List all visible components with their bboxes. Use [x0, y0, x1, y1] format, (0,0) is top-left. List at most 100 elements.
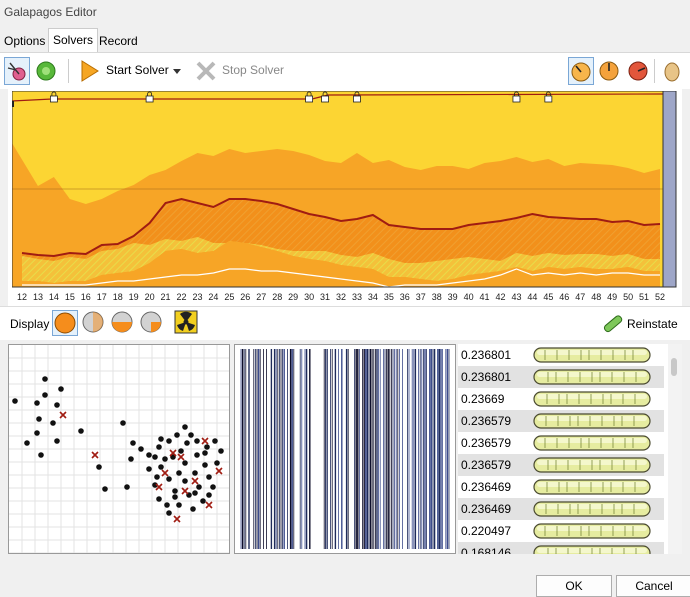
genome-row[interactable]: 0.236469	[458, 498, 664, 520]
x-tick-label: 47	[575, 292, 585, 302]
reinstate-button[interactable]: Reinstate	[627, 317, 678, 331]
x-tick-label: 17	[97, 292, 107, 302]
x-tick-label: 26	[240, 292, 250, 302]
toolbar-separator	[68, 59, 69, 83]
genome-dot	[152, 454, 158, 460]
genome-dot	[190, 506, 196, 512]
genome-dot	[204, 444, 210, 450]
tab-solvers[interactable]: Solvers	[48, 28, 99, 52]
x-tick-label: 27	[256, 292, 266, 302]
genome-cross	[177, 453, 185, 461]
genome-fitness-value: 0.236579	[461, 458, 512, 472]
genome-fitness-value: 0.236469	[461, 480, 512, 494]
genome-dot	[158, 436, 164, 442]
genome-lines	[240, 349, 450, 549]
x-tick-label: 33	[352, 292, 362, 302]
display-label: Display	[10, 317, 50, 331]
x-tick-label: 41	[480, 292, 490, 302]
genome-fitness-value: 0.236579	[461, 414, 512, 428]
display-mode-4-button[interactable]	[139, 310, 165, 336]
x-tick-label: 20	[145, 292, 155, 302]
x-tick-label: 42	[495, 292, 505, 302]
genome-row[interactable]: 0.236579	[458, 432, 664, 454]
x-tick-label: 44	[527, 292, 537, 302]
x-tick-label: 25	[224, 292, 234, 302]
annealing-solver-icon	[36, 61, 56, 81]
genome-dot	[202, 450, 208, 456]
gray-ball-icon	[82, 311, 104, 333]
tab-record[interactable]: Record	[95, 30, 142, 52]
toolbar-separator	[654, 59, 655, 83]
speed-fast-button[interactable]	[626, 57, 652, 85]
speed-slow-button[interactable]	[568, 57, 594, 85]
range-handle[interactable]	[662, 91, 677, 288]
start-solver-button[interactable]: Start Solver	[106, 63, 169, 77]
tab-options[interactable]: Options	[0, 30, 49, 52]
stop-solver-button[interactable]: Stop Solver	[222, 63, 284, 77]
genome-dot	[158, 464, 164, 470]
radiation-button[interactable]	[174, 310, 200, 336]
quarter-ball-icon	[140, 311, 162, 333]
genome-dot	[194, 452, 200, 458]
genome-dot	[182, 424, 188, 430]
egg-button[interactable]	[660, 57, 686, 85]
display-mode-3-button[interactable]	[110, 310, 136, 336]
title-bar: Galapagos Editor	[0, 0, 690, 28]
genome-row[interactable]: 0.236801	[458, 366, 664, 388]
x-tick-label: 40	[464, 292, 474, 302]
evolutionary-solver-button[interactable]	[4, 57, 30, 85]
x-tick-label: 19	[129, 292, 139, 302]
dropdown-arrow-icon[interactable]	[173, 69, 181, 75]
x-tick-label: 38	[432, 292, 442, 302]
genome-cross	[201, 437, 209, 445]
genome-map	[8, 344, 230, 554]
genome-dot	[218, 448, 224, 454]
genome-dot	[96, 464, 102, 470]
genome-bar-icon	[533, 391, 651, 407]
genome-dot	[212, 438, 218, 444]
genome-dot	[192, 490, 198, 496]
genome-row[interactable]: 0.236579	[458, 410, 664, 432]
genome-dot	[182, 478, 188, 484]
x-tick-label: 49	[607, 292, 617, 302]
play-icon[interactable]	[80, 60, 100, 82]
genome-row[interactable]: 0.23669	[458, 388, 664, 410]
scroll-thumb[interactable]	[671, 358, 677, 376]
genome-dot	[178, 448, 184, 454]
genome-bar-icon	[533, 479, 651, 495]
speed-medium-button[interactable]	[597, 57, 623, 85]
genome-row[interactable]: 0.236801	[458, 344, 664, 366]
genome-dot	[192, 470, 198, 476]
annealing-solver-button[interactable]	[34, 57, 60, 85]
genome-dot	[12, 398, 18, 404]
genome-row[interactable]: 0.236579	[458, 454, 664, 476]
genome-dot	[184, 440, 190, 446]
x-tick-label: 52	[655, 292, 665, 302]
genome-fitness-value: 0.168146	[461, 546, 512, 554]
genome-barcode	[234, 344, 456, 554]
genome-bar-icon	[533, 501, 651, 517]
genome-fitness-value: 0.236579	[461, 436, 512, 450]
x-tick-label: 13	[33, 292, 43, 302]
stop-x-icon[interactable]	[195, 60, 217, 82]
x-tick-label: 16	[81, 292, 91, 302]
reinstate-icon[interactable]	[600, 312, 624, 336]
genome-dot	[206, 474, 212, 480]
genome-row[interactable]: 0.236469	[458, 476, 664, 498]
genome-row[interactable]: 0.168146	[458, 542, 664, 554]
genome-dot	[102, 486, 108, 492]
genome-cross	[205, 501, 213, 509]
genome-row[interactable]: 0.220497	[458, 520, 664, 542]
genome-dot	[36, 416, 42, 422]
genome-cross	[181, 487, 189, 495]
genome-dot	[176, 502, 182, 508]
x-tick-label: 45	[543, 292, 553, 302]
display-mode-2-button[interactable]	[81, 310, 107, 336]
display-mode-1-button[interactable]	[52, 310, 78, 336]
genome-dot	[58, 386, 64, 392]
list-scrollbar[interactable]	[668, 344, 682, 554]
egg-icon	[664, 62, 680, 82]
genome-dot	[206, 492, 212, 498]
genome-dot	[78, 428, 84, 434]
genome-list[interactable]: 0.236801 0.236801 0.23669 0.236579 0.236579 0…	[458, 344, 682, 554]
